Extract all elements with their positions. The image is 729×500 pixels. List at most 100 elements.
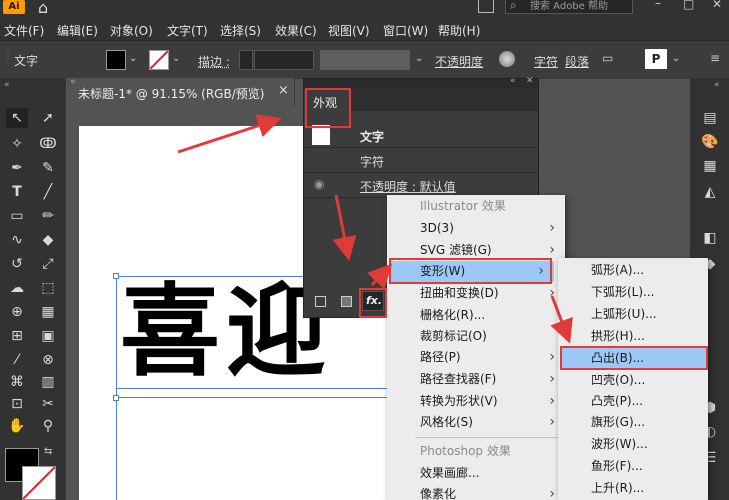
opacity-label[interactable]: 不透明度 bbox=[435, 53, 483, 70]
minimize-button[interactable]: – bbox=[655, 0, 661, 10]
close-window-button[interactable]: ✕ bbox=[712, 0, 722, 11]
menu-item-convert-to-shape[interactable]: 转换为形状(V) bbox=[387, 391, 565, 412]
bounding-box-handle[interactable] bbox=[113, 273, 119, 279]
rotate-tool-icon[interactable]: ↺ bbox=[6, 254, 28, 274]
tab-collapse-icon[interactable]: « bbox=[70, 77, 76, 87]
warp-tool-icon[interactable]: ☁ bbox=[6, 278, 28, 298]
home-icon[interactable]: ⌂ bbox=[38, 0, 48, 17]
shaper-tool-icon[interactable]: ∿ bbox=[6, 230, 28, 250]
add-fill-icon[interactable] bbox=[341, 296, 352, 307]
menu-icon[interactable]: ≡ bbox=[710, 51, 720, 65]
fill-swatch[interactable] bbox=[106, 50, 126, 70]
menu-type[interactable]: 文字(T) bbox=[167, 22, 208, 39]
align-icon[interactable]: ▭ bbox=[602, 51, 613, 65]
fill-dropdown-icon[interactable]: ⌄ bbox=[129, 53, 137, 64]
perspective-grid-tool-icon[interactable]: ▦ bbox=[37, 302, 59, 322]
menu-item-distort-transform[interactable]: 扭曲和变换(D) bbox=[387, 283, 565, 304]
document-tab[interactable]: « 未标题-1* @ 91.15% (RGB/预览) × bbox=[66, 77, 295, 106]
brushes-panel-icon[interactable]: ◭ bbox=[699, 182, 721, 202]
menu-object[interactable]: 对象(O) bbox=[110, 22, 153, 39]
close-tab-button[interactable]: × bbox=[278, 83, 289, 98]
slice-tool-icon[interactable]: ✂ bbox=[37, 394, 59, 414]
hand-tool-icon[interactable]: ✋ bbox=[6, 416, 28, 436]
lasso-tool-icon[interactable]: ↂ bbox=[37, 134, 59, 154]
submenu-item-arc-lower[interactable]: 下弧形(L)... bbox=[558, 282, 708, 303]
curvature-tool-icon[interactable]: ✎ bbox=[37, 158, 59, 178]
zoom-tool-icon[interactable]: ⚲ bbox=[37, 416, 59, 436]
submenu-item-arch[interactable]: 拱形(H)... bbox=[558, 326, 708, 347]
color-panel-icon[interactable]: 🎨 bbox=[699, 132, 721, 152]
transform-dropdown-icon[interactable]: ⌄ bbox=[672, 53, 680, 64]
menu-item-stylize[interactable]: 风格化(S) bbox=[387, 412, 565, 433]
magic-wand-tool-icon[interactable]: ✧ bbox=[6, 134, 28, 154]
submenu-item-shell-lower[interactable]: 凹壳(O)... bbox=[558, 370, 708, 391]
free-transform-tool-icon[interactable]: ⬚ bbox=[37, 278, 59, 298]
menu-item-pixelate[interactable]: 像素化 bbox=[387, 484, 565, 500]
artboard-tool-icon[interactable]: ⊡ bbox=[6, 394, 28, 414]
symbol-sprayer-tool-icon[interactable]: ⌘ bbox=[6, 372, 28, 392]
menu-file[interactable]: 文件(F) bbox=[4, 22, 44, 39]
type-tool-icon[interactable]: T bbox=[6, 182, 28, 202]
panel-collapse-icon[interactable]: « bbox=[510, 76, 516, 86]
character-label[interactable]: 字符 bbox=[534, 53, 558, 70]
menu-item-effect-gallery[interactable]: 效果画廊... bbox=[387, 463, 565, 484]
submenu-item-flag[interactable]: 旗形(G)... bbox=[558, 412, 708, 433]
stroke-weight-input[interactable] bbox=[254, 50, 314, 70]
selection-tool-icon[interactable]: ↖ bbox=[6, 108, 28, 128]
submenu-item-wave[interactable]: 波形(W)... bbox=[558, 434, 708, 455]
collapse-icon[interactable]: « bbox=[4, 80, 10, 90]
menu-item-crop-marks[interactable]: 裁剪标记(O) bbox=[387, 326, 565, 347]
swap-colors-icon[interactable]: ⇆ bbox=[44, 446, 52, 457]
paintbrush-tool-icon[interactable]: ✏ bbox=[37, 206, 59, 226]
arrange-icon[interactable] bbox=[478, 0, 494, 13]
eraser-tool-icon[interactable]: ◆ bbox=[37, 230, 59, 250]
paragraph-label[interactable]: 段落 bbox=[565, 53, 589, 70]
mesh-tool-icon[interactable]: ⊞ bbox=[6, 326, 28, 346]
menu-item-pathfinder[interactable]: 路径查找器(F) bbox=[387, 369, 565, 390]
menu-edit[interactable]: 编辑(E) bbox=[57, 22, 98, 39]
menu-item-rasterize[interactable]: 栅格化(R)... bbox=[387, 305, 565, 326]
swatches-panel-icon[interactable]: ▦ bbox=[699, 156, 721, 176]
submenu-item-arc-upper[interactable]: 上弧形(U)... bbox=[558, 304, 708, 325]
blend-tool-icon[interactable]: ⊗ bbox=[37, 350, 59, 370]
pen-tool-icon[interactable]: ✒ bbox=[6, 158, 28, 178]
eyedropper-tool-icon[interactable]: ⁄ bbox=[6, 350, 28, 370]
menu-select[interactable]: 选择(S) bbox=[220, 22, 261, 39]
menu-help[interactable]: 帮助(H) bbox=[438, 22, 480, 39]
submenu-item-rise[interactable]: 上升(R)... bbox=[558, 478, 708, 499]
submenu-item-fish[interactable]: 鱼形(F)... bbox=[558, 456, 708, 477]
variable-width-dropdown-icon[interactable]: ⌄ bbox=[415, 53, 423, 64]
stroke-swatch[interactable] bbox=[149, 50, 169, 70]
submenu-item-shell-upper[interactable]: 凸壳(P)... bbox=[558, 391, 708, 412]
grip-icon: ⋮ bbox=[3, 51, 13, 62]
visibility-eye-icon[interactable]: ◉ bbox=[314, 177, 324, 191]
column-graph-tool-icon[interactable]: ▥ bbox=[37, 372, 59, 392]
layers-panel-icon[interactable]: ◧ bbox=[699, 228, 721, 248]
menu-effect[interactable]: 效果(C) bbox=[275, 22, 317, 39]
submenu-item-arc[interactable]: 弧形(A)... bbox=[558, 260, 708, 281]
search-input[interactable]: 搜索 Adobe 帮助 bbox=[505, 0, 633, 14]
collapse-dock-icon[interactable]: « bbox=[714, 80, 720, 90]
gradient-tool-icon[interactable]: ▣ bbox=[37, 326, 59, 346]
add-stroke-icon[interactable] bbox=[315, 296, 326, 307]
menu-item-3d[interactable]: 3D(3) bbox=[387, 218, 565, 239]
stroke-dropdown-icon[interactable]: ⌄ bbox=[172, 53, 180, 64]
menu-item-path[interactable]: 路径(P) bbox=[387, 347, 565, 368]
stroke-weight-stepper[interactable] bbox=[239, 50, 253, 70]
artwork-text[interactable]: 喜迎 bbox=[120, 272, 332, 392]
stroke-color-swatch[interactable] bbox=[22, 466, 56, 500]
menu-view[interactable]: 视图(V) bbox=[328, 22, 370, 39]
menu-window[interactable]: 窗口(W) bbox=[383, 22, 428, 39]
transform-icon[interactable]: P bbox=[645, 49, 667, 69]
recolor-icon[interactable] bbox=[499, 51, 515, 67]
variable-width-field[interactable] bbox=[320, 50, 410, 70]
maximize-button[interactable]: □ bbox=[683, 0, 694, 11]
panel-close-icon[interactable]: ✕ bbox=[526, 76, 534, 86]
appearance-row-characters[interactable]: 字符 bbox=[304, 148, 538, 173]
shape-builder-tool-icon[interactable]: ⊕ bbox=[6, 302, 28, 322]
scale-tool-icon[interactable]: ⤢ bbox=[37, 254, 59, 274]
line-tool-icon[interactable]: ╱ bbox=[37, 182, 59, 202]
properties-panel-icon[interactable]: ▤ bbox=[699, 108, 721, 128]
rectangle-tool-icon[interactable]: ▭ bbox=[6, 206, 28, 226]
direct-selection-tool-icon[interactable]: ➚ bbox=[37, 108, 59, 128]
